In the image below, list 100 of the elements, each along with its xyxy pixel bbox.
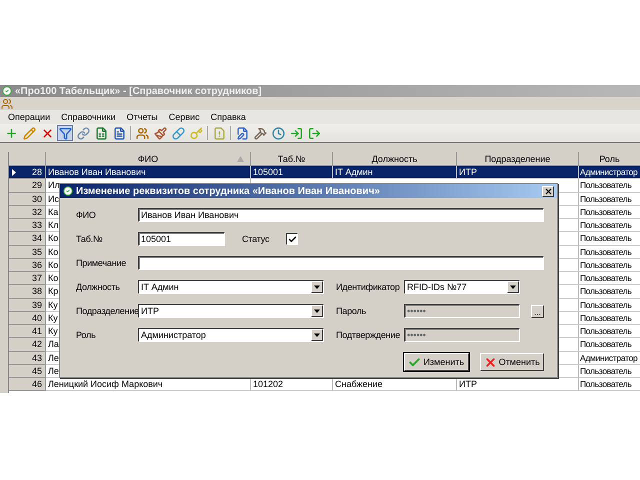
header-corner bbox=[9, 152, 46, 166]
table-cell: Пользователь bbox=[579, 179, 640, 192]
field-label: Роль bbox=[76, 330, 97, 340]
field-label: ФИО bbox=[76, 210, 97, 220]
row-indicator[interactable]: 34 bbox=[9, 232, 46, 246]
row-number: 45 bbox=[32, 366, 42, 376]
row-number: 42 bbox=[32, 339, 42, 350]
clock-icon bbox=[272, 126, 284, 140]
close-button[interactable] bbox=[542, 186, 554, 196]
filter-button[interactable] bbox=[57, 125, 73, 141]
field-label: Подтверждение bbox=[336, 330, 402, 340]
pills-icon bbox=[172, 126, 184, 140]
input-field[interactable]: Иванов Иван Иванович bbox=[138, 208, 544, 222]
menu-item[interactable]: Операции bbox=[4, 112, 58, 122]
menu-item[interactable]: Справка bbox=[206, 112, 253, 122]
field-label: Идентификатор bbox=[336, 282, 401, 292]
row-number: 29 bbox=[32, 180, 42, 190]
row-indicator[interactable]: 32 bbox=[9, 206, 46, 219]
row-number: 34 bbox=[32, 233, 42, 244]
column-header[interactable]: Должность bbox=[333, 152, 457, 166]
checkbox[interactable] bbox=[286, 233, 298, 245]
row-indicator[interactable]: 37 bbox=[9, 272, 46, 286]
field-label: Таб.№ bbox=[76, 234, 104, 244]
row-indicator[interactable]: 46 bbox=[9, 378, 46, 392]
row-indicator[interactable]: 43 bbox=[9, 352, 46, 365]
document-icon bbox=[112, 126, 126, 140]
window-title: «Про100 Табельщик» - [Справочник сотрудников] bbox=[15, 86, 262, 96]
dropdown[interactable]: ИТР bbox=[138, 304, 324, 318]
column-header[interactable]: Роль bbox=[579, 152, 640, 166]
people-button[interactable] bbox=[134, 125, 150, 141]
table-cell: Администратор bbox=[579, 166, 640, 180]
row-number: 36 bbox=[32, 260, 42, 270]
row-indicator[interactable]: 38 bbox=[9, 285, 46, 298]
row-indicator[interactable]: 30 bbox=[9, 192, 46, 206]
plus-icon bbox=[4, 126, 18, 140]
dropdown[interactable]: Администратор bbox=[138, 328, 324, 342]
menu-item[interactable]: Сервис bbox=[164, 112, 207, 122]
row-number: 33 bbox=[32, 220, 42, 230]
table-cell: Пользователь bbox=[579, 338, 640, 352]
row-indicator[interactable]: 35 bbox=[9, 246, 46, 259]
dropdown[interactable]: RFID-IDs №77 bbox=[404, 280, 520, 294]
menu-item[interactable]: Справочники bbox=[57, 112, 123, 122]
pencil-button[interactable] bbox=[21, 125, 37, 141]
row-number: 41 bbox=[32, 326, 42, 336]
document-warning-icon bbox=[212, 126, 226, 140]
row-number: 40 bbox=[32, 312, 42, 323]
row-indicator[interactable]: 28 bbox=[9, 166, 46, 180]
save-button[interactable]: Изменить bbox=[404, 353, 468, 371]
current-row-icon bbox=[12, 168, 16, 176]
row-indicator[interactable]: 36 bbox=[9, 258, 46, 272]
row-indicator[interactable]: 45 bbox=[9, 364, 46, 378]
field-label: Должность bbox=[76, 282, 121, 292]
delete-icon bbox=[40, 126, 54, 140]
table-cell: Снабжение bbox=[333, 378, 457, 392]
edit-document-icon bbox=[236, 126, 248, 140]
checkmark-icon bbox=[288, 234, 297, 244]
field-label: Примечание bbox=[76, 258, 128, 268]
column-header[interactable]: Подразделение bbox=[457, 152, 579, 166]
table-cell: 105001 bbox=[251, 166, 333, 180]
row-indicator[interactable]: 29 bbox=[9, 179, 46, 192]
row-number: 38 bbox=[32, 286, 42, 296]
row-number: 35 bbox=[32, 246, 42, 257]
table-cell: Пользователь bbox=[579, 285, 640, 298]
table-cell: ИТР bbox=[457, 166, 579, 180]
close-icon bbox=[544, 186, 552, 196]
table-cell: Пользователь bbox=[579, 272, 640, 286]
column-header[interactable]: ФИО bbox=[46, 152, 251, 166]
column-header[interactable]: Таб.№ bbox=[251, 152, 333, 166]
door-in-button[interactable] bbox=[288, 125, 304, 141]
link-icon bbox=[76, 126, 90, 140]
table-cell: Пользователь bbox=[579, 378, 640, 392]
hammer-button[interactable] bbox=[252, 125, 268, 141]
people-icon[interactable] bbox=[1, 98, 13, 110]
dropdown[interactable]: IT Админ bbox=[138, 280, 324, 294]
menu-item[interactable]: Отчеты bbox=[122, 112, 165, 122]
key-icon bbox=[190, 126, 202, 140]
input-field[interactable] bbox=[138, 256, 544, 270]
row-indicator[interactable]: 42 bbox=[9, 338, 46, 352]
browse-button[interactable]: ... bbox=[531, 304, 544, 318]
row-indicator[interactable]: 41 bbox=[9, 325, 46, 338]
cancel-button[interactable]: Отменить bbox=[480, 353, 544, 371]
app-icon bbox=[2, 86, 12, 96]
row-indicator[interactable]: 40 bbox=[9, 312, 46, 325]
checkmark-icon bbox=[408, 356, 422, 368]
brush-icon bbox=[154, 126, 166, 140]
link-button[interactable] bbox=[75, 125, 91, 141]
row-number: 37 bbox=[32, 273, 42, 284]
door-out-icon bbox=[308, 126, 320, 140]
clock-button[interactable] bbox=[270, 125, 286, 141]
row-number: 28 bbox=[32, 167, 42, 178]
brush-button[interactable] bbox=[152, 125, 168, 141]
table-cell: Пользователь bbox=[579, 298, 640, 312]
row-number: 39 bbox=[32, 300, 42, 310]
row-indicator[interactable]: 39 bbox=[9, 298, 46, 312]
row-indicator[interactable]: 33 bbox=[9, 219, 46, 232]
filter-icon bbox=[58, 126, 72, 140]
pills-button[interactable] bbox=[170, 125, 186, 141]
spreadsheet-icon bbox=[94, 126, 108, 140]
door-out-button[interactable] bbox=[306, 125, 322, 141]
input-field[interactable]: 105001 bbox=[138, 232, 225, 246]
